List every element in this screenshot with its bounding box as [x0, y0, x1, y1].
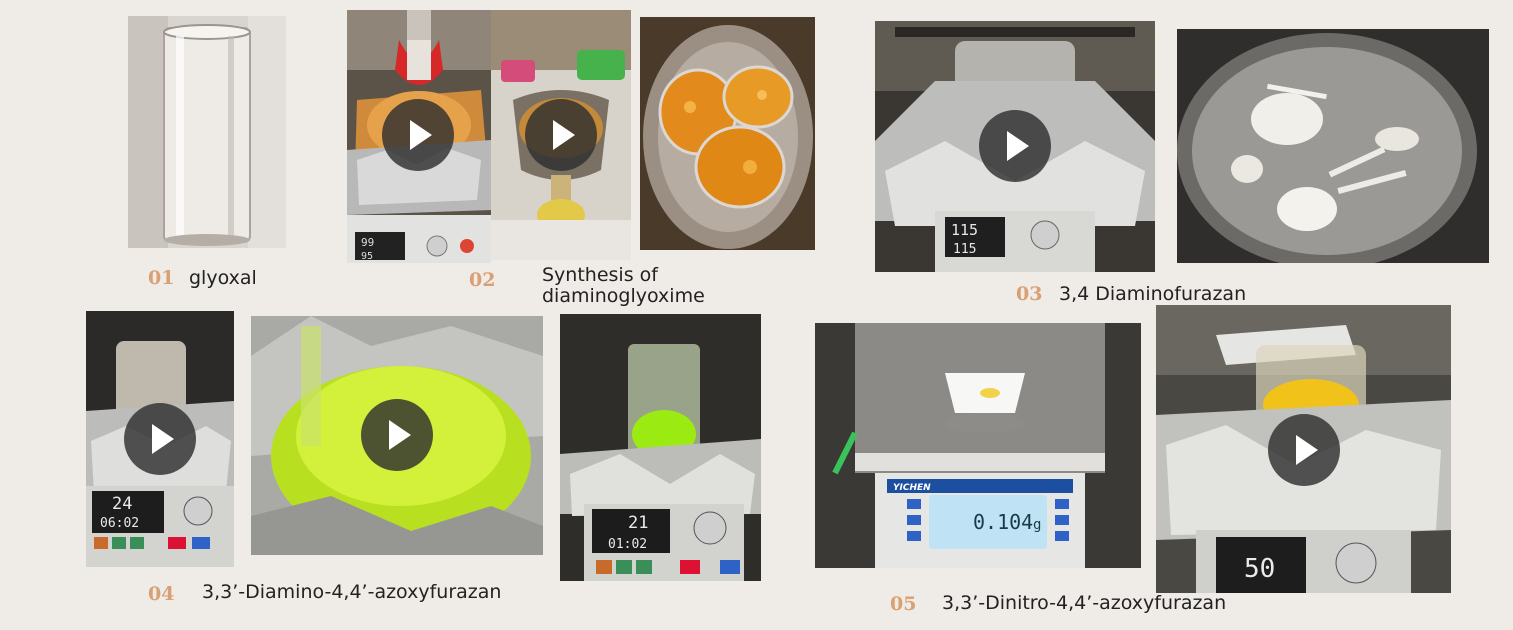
play-icon[interactable]: [361, 399, 433, 471]
step-number-01: 01: [148, 267, 175, 289]
balance-brand: YICHEN: [893, 483, 931, 493]
video-azoxyfurazan-solution[interactable]: [251, 316, 543, 555]
step-label-diamino-azoxyfurazan: 3,3’-Diamino-4,4’-azoxyfurazan: [202, 581, 502, 603]
balance-unit: g: [1033, 517, 1041, 533]
step-number-04: 04: [148, 583, 175, 605]
stirrer-05-temp: 50: [1244, 554, 1275, 584]
step-number-03: 03: [1016, 283, 1043, 305]
stirrer-03-temp: 115: [951, 221, 978, 239]
step-number-05: 05: [890, 593, 917, 615]
play-icon[interactable]: [124, 403, 196, 475]
play-icon[interactable]: [382, 99, 454, 171]
play-icon[interactable]: [979, 110, 1051, 182]
photo-azoxyfurazan-stirrer: 21 01:02: [560, 314, 761, 581]
video-diaminoglyoxime-filtration[interactable]: [491, 10, 631, 260]
play-icon[interactable]: [1268, 414, 1340, 486]
stirrer-04a-temp: 24: [112, 494, 132, 514]
stirrer-04b-time: 01:02: [608, 537, 647, 552]
video-diaminoglyoxime-reaction[interactable]: 99 95: [347, 10, 491, 263]
stirrer-04a-time: 06:02: [100, 516, 139, 531]
video-dinitro-azoxyfurazan-reaction[interactable]: 50: [1156, 305, 1451, 593]
stirrer-03-set: 115: [953, 242, 976, 257]
step-label-glyoxal: glyoxal: [189, 267, 257, 289]
stirrer-04b-temp: 21: [628, 513, 648, 533]
step-label-dinitro-azoxyfurazan: 3,3’-Dinitro-4,4’-azoxyfurazan: [942, 592, 1227, 614]
stirrer-02-set: 95: [361, 251, 373, 262]
video-azoxyfurazan-setup[interactable]: 24 06:02: [86, 311, 234, 567]
step-number-02: 02: [469, 269, 496, 291]
stirrer-02-temp: 99: [361, 236, 374, 249]
photo-glyoxal: [128, 16, 286, 248]
play-icon[interactable]: [525, 99, 597, 171]
step-label-diaminofurazan: 3,4 Diaminofurazan: [1059, 283, 1247, 305]
photo-diaminofurazan-crystals: [1177, 29, 1489, 263]
video-diaminofurazan-reaction[interactable]: 115 115: [875, 21, 1155, 272]
photo-balance-weighing: YICHEN 0.104 g: [815, 323, 1141, 568]
step-label-synthesis-line2: diaminoglyoxime: [542, 285, 705, 307]
step-label-synthesis-line1: Synthesis of: [542, 264, 658, 286]
balance-reading: 0.104: [973, 510, 1033, 534]
photo-diaminoglyoxime-product: [640, 17, 815, 250]
